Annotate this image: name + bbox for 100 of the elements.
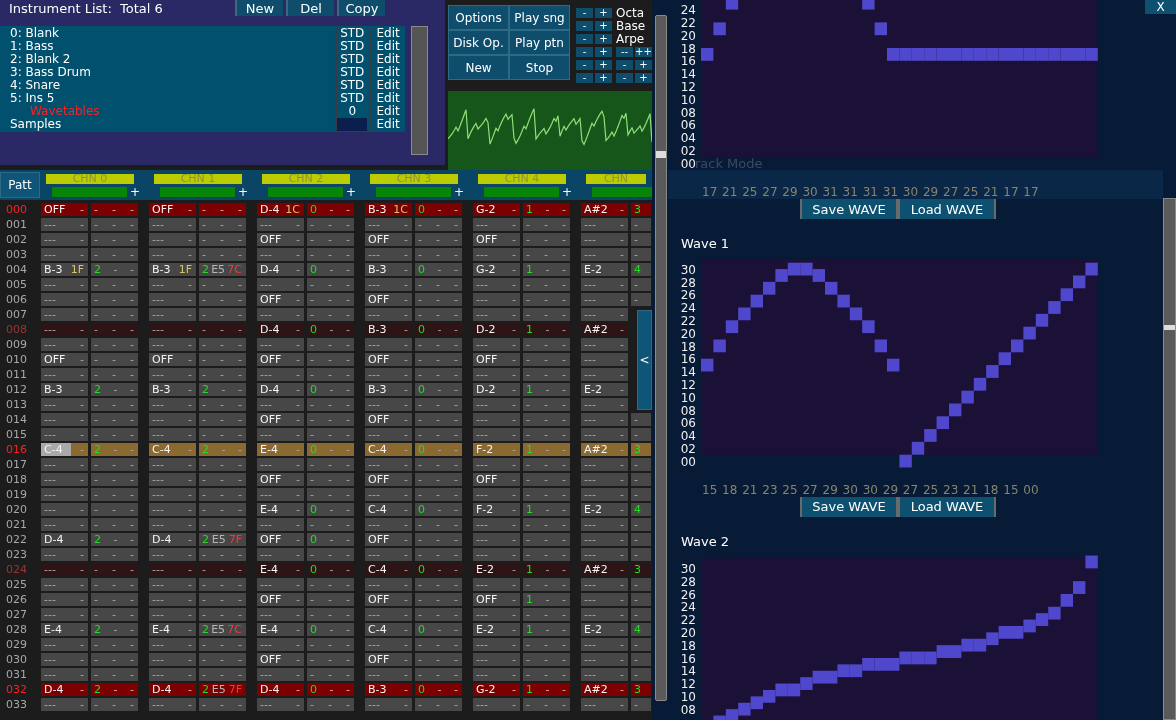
wave-button[interactable]: Save WAVE bbox=[800, 496, 898, 517]
volume-bar[interactable] bbox=[52, 186, 127, 197]
note-cell: --- - bbox=[149, 548, 196, 561]
step-button[interactable]: - bbox=[576, 21, 593, 31]
note-cell: --- - bbox=[149, 638, 196, 651]
effect-cell: - - - bbox=[199, 668, 246, 681]
edit-link[interactable]: Edit bbox=[369, 105, 405, 118]
axis-label: 14 bbox=[680, 67, 696, 82]
effect-cell: 1 - - bbox=[523, 323, 570, 336]
note-cell: G-2 - bbox=[473, 203, 520, 216]
step-button[interactable]: + bbox=[635, 73, 652, 83]
step-button[interactable]: - bbox=[576, 47, 593, 57]
step-button[interactable]: + bbox=[595, 60, 612, 70]
volume-bar[interactable] bbox=[268, 186, 343, 197]
volume-bar[interactable] bbox=[376, 186, 451, 197]
edit-link[interactable]: Edit bbox=[369, 118, 405, 131]
note-cell: D-4 - bbox=[257, 383, 304, 396]
effect-cell: - - - bbox=[307, 653, 354, 666]
step-button[interactable]: - bbox=[616, 60, 633, 70]
transport-button[interactable]: Play sng bbox=[509, 5, 570, 30]
note-cell: --- - bbox=[257, 578, 304, 591]
instrument-item[interactable]: 1: Bass bbox=[0, 40, 334, 53]
add-button[interactable]: + bbox=[561, 186, 572, 197]
step-button[interactable]: + bbox=[635, 60, 652, 70]
note-cell: --- - bbox=[149, 308, 196, 321]
note-cell: --- - bbox=[581, 353, 628, 366]
instrument-button[interactable]: Copy bbox=[337, 0, 385, 16]
effect-cell: - - - bbox=[307, 428, 354, 441]
note-cell: --- - bbox=[365, 698, 412, 711]
step-button[interactable]: - bbox=[616, 73, 633, 83]
effect-cell: - - - bbox=[523, 653, 570, 666]
scrollbar[interactable] bbox=[411, 26, 428, 155]
effect-cell: - - - bbox=[199, 293, 246, 306]
add-button[interactable]: + bbox=[237, 186, 248, 197]
volume-bar[interactable] bbox=[592, 186, 652, 197]
note-cell: --- - bbox=[41, 548, 88, 561]
add-button[interactable]: + bbox=[345, 186, 356, 197]
step-button[interactable]: - bbox=[576, 60, 593, 70]
axis-label: 26 bbox=[680, 288, 696, 303]
note-cell: --- - bbox=[41, 653, 88, 666]
transport-button[interactable]: Disk Op. bbox=[448, 30, 509, 55]
effect-cell: - - - bbox=[199, 608, 246, 621]
close-button[interactable]: X bbox=[1145, 0, 1176, 14]
step-button[interactable]: + bbox=[595, 34, 612, 44]
volume-bar[interactable] bbox=[484, 186, 559, 197]
note-cell: C-4 - bbox=[365, 443, 412, 456]
instrument-item[interactable]: 2: Blank 2 bbox=[0, 53, 334, 66]
edit-link[interactable]: Edit bbox=[369, 79, 405, 92]
instrument-button[interactable]: New bbox=[235, 0, 283, 16]
step-button[interactable]: + bbox=[595, 73, 612, 83]
note-cell: --- - bbox=[581, 518, 628, 531]
step-button[interactable]: ++ bbox=[635, 47, 652, 57]
transport-button[interactable]: Stop bbox=[509, 55, 570, 80]
instrument-item[interactable]: Samples bbox=[0, 118, 334, 131]
wave-button[interactable]: Load WAVE bbox=[898, 496, 996, 517]
axis-label: 20 bbox=[680, 326, 696, 341]
edit-link[interactable]: Edit bbox=[369, 40, 405, 53]
step-button[interactable]: + bbox=[595, 8, 612, 18]
step-button[interactable]: + bbox=[595, 21, 612, 31]
note-cell: --- - bbox=[581, 548, 628, 561]
effect-cell: - - - bbox=[523, 308, 570, 321]
axis-label: 30 bbox=[680, 561, 696, 576]
instrument-item[interactable]: 0: Blank bbox=[0, 27, 334, 40]
collapse-tab[interactable]: < bbox=[637, 310, 652, 410]
step-button[interactable]: - bbox=[576, 34, 593, 44]
axis-label: 06 bbox=[680, 416, 696, 431]
edit-link[interactable]: Edit bbox=[369, 92, 405, 105]
effect-cell: - - - bbox=[307, 578, 354, 591]
effect-cell: - - - bbox=[91, 488, 138, 501]
edit-link[interactable]: Edit bbox=[369, 53, 405, 66]
wave-button[interactable]: Load WAVE bbox=[898, 199, 996, 220]
transport-button[interactable]: Options bbox=[448, 5, 509, 30]
instrument-item[interactable]: 4: Snare bbox=[0, 79, 334, 92]
transport-button[interactable]: Play ptn bbox=[509, 30, 570, 55]
note-cell: C-4 - bbox=[149, 443, 196, 456]
scrollbar[interactable] bbox=[1163, 198, 1176, 720]
waveform-drawing[interactable] bbox=[701, 0, 1098, 61]
pattern-button[interactable]: Patt bbox=[0, 172, 40, 198]
instrument-button[interactable]: Del bbox=[286, 0, 334, 16]
edit-link[interactable]: Edit bbox=[369, 66, 405, 79]
instrument-item[interactable]: 3: Bass Drum bbox=[0, 66, 334, 79]
wave-button[interactable]: Save WAVE bbox=[800, 199, 898, 220]
step-button[interactable]: + bbox=[595, 47, 612, 57]
volume-bar[interactable] bbox=[160, 186, 235, 197]
effect-cell: - - - bbox=[307, 668, 354, 681]
step-button[interactable]: -- bbox=[616, 47, 633, 57]
step-button[interactable]: - bbox=[576, 73, 593, 83]
note-cell: --- - bbox=[149, 653, 196, 666]
note-cell: --- - bbox=[41, 398, 88, 411]
instrument-item[interactable]: 5: Ins 5 bbox=[0, 92, 334, 105]
edit-link[interactable]: Edit bbox=[369, 27, 405, 40]
note-cell: D-4 1C bbox=[257, 203, 304, 216]
add-button[interactable]: + bbox=[129, 186, 140, 197]
scrollbar[interactable] bbox=[655, 15, 667, 701]
effect-cell: - - - bbox=[199, 413, 246, 426]
add-button[interactable]: + bbox=[453, 186, 464, 197]
transport-button[interactable]: New bbox=[448, 55, 509, 80]
note-cell: --- - bbox=[257, 668, 304, 681]
effect-cell: - - - bbox=[415, 218, 462, 231]
step-button[interactable]: - bbox=[576, 8, 593, 18]
